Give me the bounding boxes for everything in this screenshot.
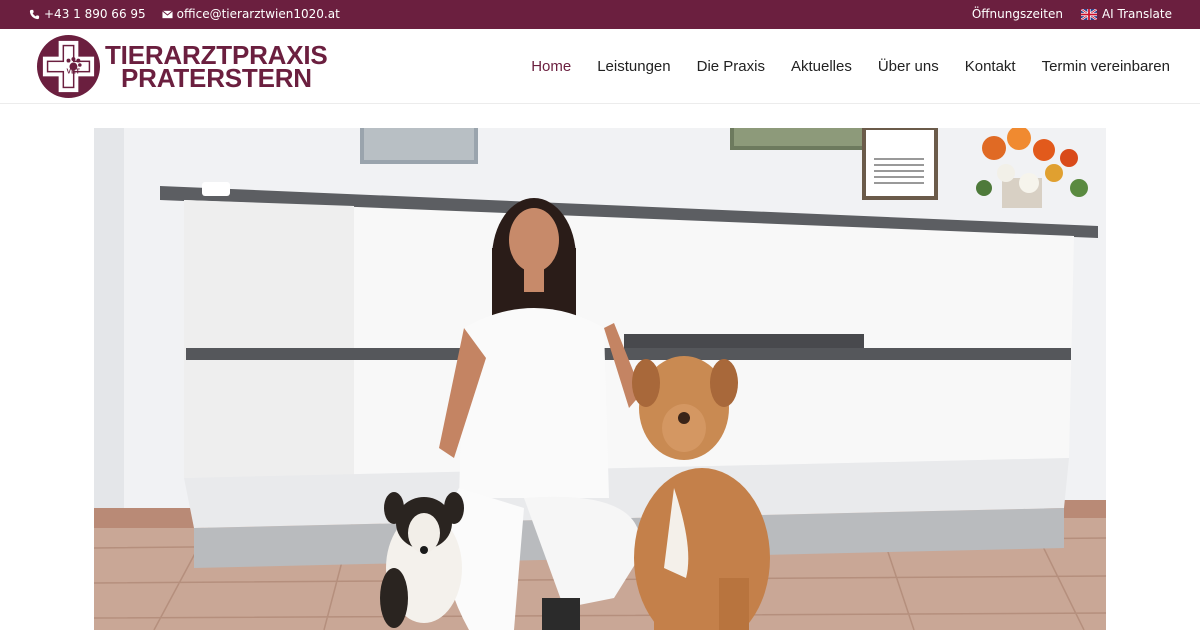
opening-hours-link[interactable]: Öffnungszeiten: [972, 7, 1063, 21]
phone-link[interactable]: +43 1 890 66 95: [29, 7, 146, 21]
logo-badge-text: VET: [67, 68, 81, 75]
phone-number: +43 1 890 66 95: [44, 7, 146, 21]
nav-item-home[interactable]: Home: [531, 58, 571, 75]
contact-info: +43 1 890 66 95 office@tierarztwien1020.…: [29, 7, 356, 21]
email-address: office@tierarztwien1020.at: [176, 7, 340, 21]
topbar-links: Öffnungszeiten AI Translate: [954, 7, 1172, 21]
nav-item-aktuelles[interactable]: Aktuelles: [791, 58, 852, 75]
main-nav: Home Leistungen Die Praxis Aktuelles Übe…: [505, 58, 1170, 75]
hero-image: [94, 128, 1106, 630]
site-logo[interactable]: VET TIERARZTPRAXIS PRATERSTERN: [36, 34, 328, 100]
nav-item-ueber-uns[interactable]: Über uns: [878, 58, 939, 75]
envelope-icon: [161, 9, 173, 18]
logo-wordmark: TIERARZTPRAXIS PRATERSTERN: [105, 42, 328, 93]
nav-item-leistungen[interactable]: Leistungen: [597, 58, 670, 75]
nav-item-termin-vereinbaren[interactable]: Termin vereinbaren: [1042, 58, 1170, 75]
vet-cross-logo-icon: VET: [36, 34, 101, 99]
translate-link[interactable]: AI Translate: [1080, 7, 1172, 21]
logo-line-2: PRATERSTERN: [121, 63, 312, 93]
site-header: VET TIERARZTPRAXIS PRATERSTERN Home Leis…: [0, 29, 1200, 104]
translate-label: AI Translate: [1101, 7, 1172, 21]
nav-item-die-praxis[interactable]: Die Praxis: [697, 58, 765, 75]
uk-flag-icon: [1080, 8, 1097, 20]
nav-item-kontakt[interactable]: Kontakt: [965, 58, 1016, 75]
top-bar: +43 1 890 66 95 office@tierarztwien1020.…: [0, 0, 1200, 29]
email-link[interactable]: office@tierarztwien1020.at: [161, 7, 340, 21]
phone-icon: [29, 9, 40, 19]
hero-photo-illustration: [94, 128, 1106, 630]
